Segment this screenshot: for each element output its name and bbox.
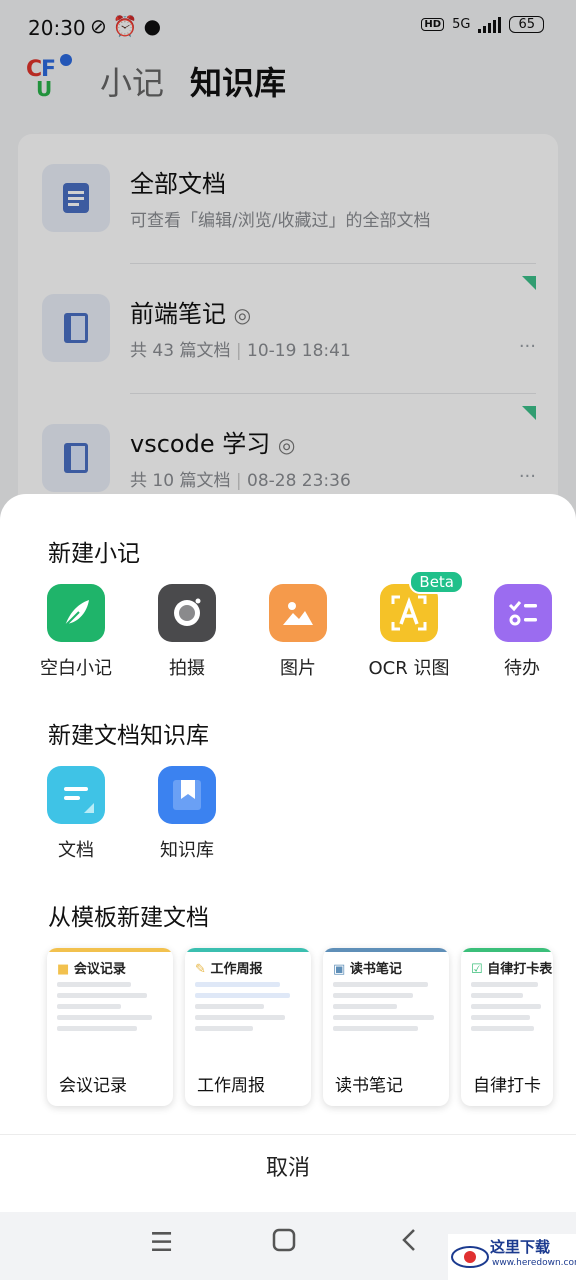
camera-icon bbox=[158, 584, 216, 642]
template-name: 自律打卡 bbox=[473, 1076, 541, 1096]
template-preview bbox=[195, 982, 301, 1062]
watermark: 这里下载 www.heredown.com bbox=[448, 1234, 576, 1280]
new-blank-note-button[interactable]: 空白小记 bbox=[21, 584, 131, 680]
template-card-checkin[interactable]: ☑ 自律打卡表 自律打卡 bbox=[461, 948, 553, 1106]
template-card-meeting[interactable]: ■ 会议记录 会议记录 bbox=[47, 948, 173, 1106]
menu-icon[interactable]: ☰ bbox=[150, 1228, 173, 1258]
watermark-title: 这里下载 bbox=[490, 1238, 551, 1256]
new-knowledge-base-button[interactable]: 知识库 bbox=[132, 766, 242, 862]
camera-button[interactable]: 拍摄 bbox=[132, 584, 242, 680]
template-card-reading[interactable]: ▣ 读书笔记 读书笔记 bbox=[323, 948, 449, 1106]
cancel-button[interactable]: 取消 bbox=[0, 1150, 576, 1182]
image-button[interactable]: 图片 bbox=[243, 584, 353, 680]
template-accent bbox=[461, 948, 553, 952]
new-document-button[interactable]: 文档 bbox=[21, 766, 131, 862]
home-icon[interactable] bbox=[272, 1228, 296, 1259]
template-accent bbox=[47, 948, 173, 952]
app-label: 空白小记 bbox=[40, 658, 112, 679]
template-header: ✎ 工作周报 bbox=[195, 962, 263, 977]
template-header: ☑ 自律打卡表 bbox=[471, 962, 553, 977]
app-label: 待办 bbox=[504, 658, 540, 679]
section-title-new-note: 新建小记 bbox=[48, 541, 140, 567]
todo-icon bbox=[494, 584, 552, 642]
template-accent bbox=[185, 948, 311, 952]
feather-icon bbox=[47, 584, 105, 642]
app-label: 拍摄 bbox=[169, 658, 205, 679]
back-icon[interactable] bbox=[400, 1228, 418, 1259]
template-header: ■ 会议记录 bbox=[57, 962, 126, 977]
image-icon bbox=[269, 584, 327, 642]
template-name: 工作周报 bbox=[197, 1076, 265, 1096]
ocr-icon: Beta bbox=[380, 570, 464, 642]
section-title-new-doc: 新建文档知识库 bbox=[48, 723, 209, 749]
watermark-logo-icon bbox=[451, 1246, 489, 1268]
template-accent bbox=[323, 948, 449, 952]
app-label: OCR 识图 bbox=[368, 658, 450, 679]
app-label: 文档 bbox=[58, 840, 94, 861]
todo-button[interactable]: 待办 bbox=[466, 584, 576, 680]
template-name: 会议记录 bbox=[59, 1076, 127, 1096]
template-header: ▣ 读书笔记 bbox=[333, 962, 402, 977]
watermark-url: www.heredown.com bbox=[492, 1258, 576, 1268]
template-preview bbox=[333, 982, 439, 1062]
app-label: 图片 bbox=[280, 658, 316, 679]
template-card-weekly[interactable]: ✎ 工作周报 工作周报 bbox=[185, 948, 311, 1106]
template-preview bbox=[471, 982, 545, 1062]
document-icon bbox=[47, 766, 105, 824]
ocr-button[interactable]: Beta OCR 识图 bbox=[354, 570, 464, 680]
bookmark-icon bbox=[158, 766, 216, 824]
app-label: 知识库 bbox=[160, 840, 214, 861]
beta-badge: Beta bbox=[409, 570, 464, 594]
section-title-template: 从模板新建文档 bbox=[48, 905, 209, 931]
screen: 20:30 ⊘⏰● HD 5G 65 C F U 小记 知识库 全部文档 可查看… bbox=[0, 0, 576, 1280]
template-preview bbox=[57, 982, 163, 1062]
template-name: 读书笔记 bbox=[335, 1076, 403, 1096]
